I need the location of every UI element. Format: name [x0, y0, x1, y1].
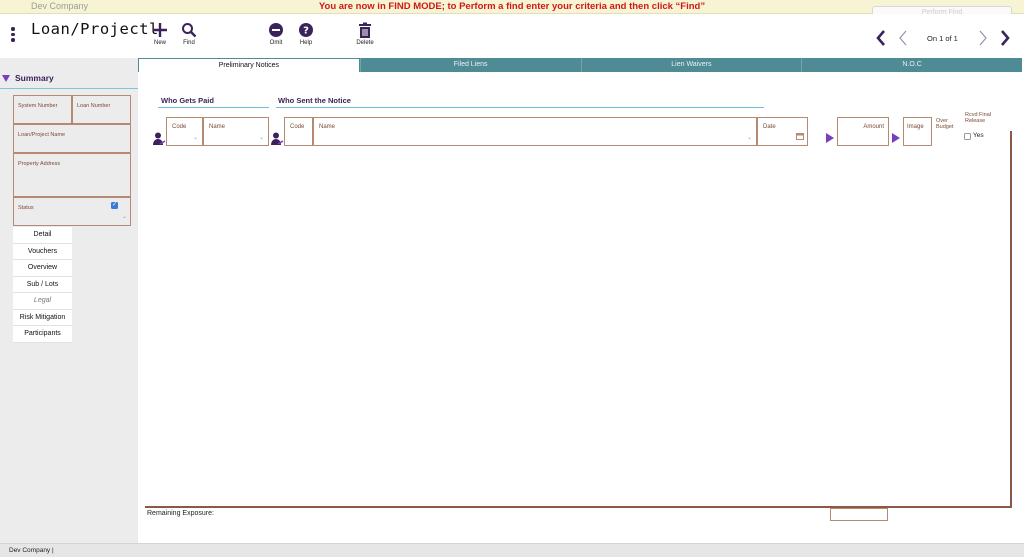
payee-code-label: Code: [172, 124, 187, 130]
tab-filed-liens[interactable]: Filed Liens: [359, 58, 581, 72]
system-number-field[interactable]: System Number: [13, 95, 72, 124]
who-sent-heading: Who Sent the Notice: [278, 96, 351, 105]
nav-item-overview[interactable]: Overview: [13, 260, 72, 277]
remaining-exposure-field[interactable]: [830, 508, 888, 521]
portal-border-right: [1010, 131, 1012, 508]
find-button[interactable]: Find: [174, 22, 204, 46]
property-address-label: Property Address: [18, 161, 61, 167]
previous-record-icon[interactable]: [896, 28, 910, 48]
plus-icon: [153, 23, 167, 37]
rcvd-final-release-label: Rcvd Final Release: [965, 112, 991, 125]
page-title: Loan/Projectl: [31, 20, 159, 38]
payee-lookup-icon[interactable]: [152, 132, 166, 146]
nav-item-participants[interactable]: Participants: [13, 326, 72, 343]
first-record-icon[interactable]: [874, 28, 888, 48]
help-button[interactable]: ? Help: [291, 22, 321, 46]
who-gets-paid-divider: [158, 107, 269, 108]
collapse-triangle-icon[interactable]: [2, 75, 10, 82]
next-record-icon[interactable]: [976, 28, 990, 48]
tab-lien-waivers[interactable]: Lien Waivers: [580, 58, 802, 72]
toolbar: Loan/Projectl New Find Omit ? Help Delet…: [0, 14, 1024, 58]
sender-name-field[interactable]: Name ⌄: [313, 117, 757, 146]
nav-item-legal[interactable]: Legal: [13, 293, 72, 310]
new-button[interactable]: New: [145, 22, 175, 46]
image-field[interactable]: Image: [903, 117, 932, 146]
svg-text:?: ?: [303, 26, 309, 37]
yes-label: Yes: [973, 132, 984, 139]
system-number-label: System Number: [18, 103, 58, 109]
date-field[interactable]: Date: [757, 117, 808, 146]
chevron-down-icon[interactable]: ⌄: [193, 134, 198, 141]
sender-name-label: Name: [319, 124, 336, 130]
status-bar-text: Dev Company |: [9, 547, 54, 554]
find-mode-message: You are now in FIND MODE; to Perform a f…: [318, 1, 706, 12]
summary-panel: Summary System Number Loan Number Loan/P…: [0, 58, 138, 544]
find-label: Find: [183, 40, 195, 46]
expand-arrow-icon[interactable]: [826, 133, 834, 143]
sender-code-field[interactable]: Code: [284, 117, 313, 146]
rcvd-final-release-checkbox[interactable]: [964, 133, 971, 140]
find-mode-banner: Dev Company You are now in FIND MODE; to…: [0, 0, 1024, 20]
payee-code-field[interactable]: Code ⌄: [166, 117, 203, 146]
payee-name-label: Name: [209, 124, 226, 130]
tab-noc[interactable]: N.O.C: [801, 58, 1022, 72]
property-address-field[interactable]: Property Address: [13, 153, 131, 197]
status-field[interactable]: Status ✓ ⌄: [13, 197, 131, 226]
last-record-icon[interactable]: [998, 28, 1012, 48]
section-nav: Detail Vouchers Overview Sub / Lots Lega…: [13, 227, 72, 343]
date-label: Date: [763, 124, 776, 130]
status-bar: Dev Company |: [0, 543, 1024, 557]
chevron-down-icon[interactable]: ⌄: [747, 134, 752, 141]
image-label: Image: [907, 124, 924, 130]
new-label: New: [153, 40, 166, 46]
summary-header[interactable]: Summary: [0, 71, 138, 89]
delete-button[interactable]: Delete: [350, 22, 380, 46]
tab-bar: Preliminary Notices Filed Liens Lien Wai…: [138, 58, 1022, 72]
search-icon: [182, 23, 197, 38]
nav-item-detail[interactable]: Detail: [13, 227, 72, 244]
expand-arrow-icon[interactable]: [892, 133, 900, 143]
over-budget-label: Over Budget: [936, 118, 954, 131]
omit-label: Omit: [269, 40, 283, 46]
chevron-down-icon[interactable]: ⌄: [122, 213, 127, 220]
loan-project-name-field[interactable]: Loan/Project Name: [13, 124, 131, 153]
sender-lookup-icon[interactable]: [270, 132, 284, 146]
loan-project-name-label: Loan/Project Name: [18, 132, 66, 138]
nav-item-risk-mitigation[interactable]: Risk Mitigation: [13, 309, 72, 326]
remaining-exposure-label: Remaining Exposure:: [147, 510, 214, 517]
loan-number-label: Loan Number: [77, 103, 111, 109]
omit-button[interactable]: Omit: [261, 22, 291, 46]
nav-item-sub-lots[interactable]: Sub / Lots: [13, 276, 72, 293]
amount-label: Amount: [863, 124, 884, 130]
omit-icon: [269, 23, 283, 37]
delete-label: Delete: [356, 40, 374, 46]
sender-code-label: Code: [290, 124, 305, 130]
help-icon: ?: [299, 23, 313, 37]
record-position: On 1 of 1: [927, 34, 958, 43]
menu-dots-icon[interactable]: [9, 27, 17, 43]
nav-item-vouchers[interactable]: Vouchers: [13, 243, 72, 260]
calendar-icon[interactable]: [796, 133, 804, 140]
trash-icon: [359, 22, 371, 38]
summary-title: Summary: [15, 73, 54, 83]
payee-name-field[interactable]: Name ⌄: [203, 117, 269, 146]
help-label: Help: [299, 40, 313, 46]
chevron-down-icon[interactable]: ⌄: [259, 134, 264, 141]
who-sent-divider: [276, 107, 764, 108]
status-label: Status: [18, 205, 34, 211]
who-gets-paid-heading: Who Gets Paid: [161, 96, 214, 105]
loan-number-field[interactable]: Loan Number: [72, 95, 131, 124]
tab-preliminary-notices[interactable]: Preliminary Notices: [138, 58, 360, 72]
amount-field[interactable]: Amount: [837, 117, 889, 146]
status-checkbox[interactable]: ✓: [111, 202, 118, 209]
